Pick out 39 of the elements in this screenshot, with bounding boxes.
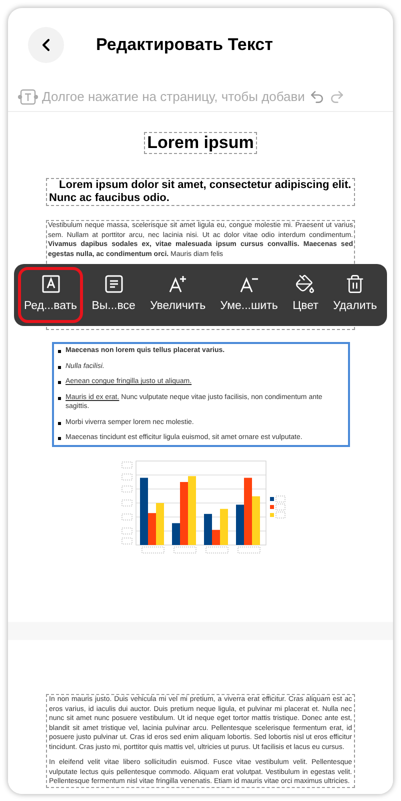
- toolbar-button[interactable]: Удалить: [327, 267, 383, 323]
- axis-label-frame: [121, 527, 132, 534]
- document-subtitle: Lorem ipsum dolor sit amet, consectetur adipiscing elit. Nunc ac faucibus odio.: [46, 178, 355, 206]
- bullet-icon: [58, 381, 60, 384]
- legend-swatch: [270, 504, 274, 508]
- toolbar-button[interactable]: Уме...шить: [214, 267, 284, 323]
- toolbar-button[interactable]: Вы...все: [86, 267, 142, 323]
- axis-label-frame: [121, 537, 132, 544]
- toolbar-button[interactable]: Увеличить: [144, 267, 212, 323]
- axis-label-frame: [173, 546, 196, 553]
- paint-bucket-icon: [295, 274, 316, 294]
- legend-swatch: [270, 512, 274, 516]
- trash-icon: [345, 274, 366, 294]
- axis-label-frame: [121, 461, 132, 468]
- axis-label-frame: [121, 485, 132, 492]
- bullet-icon: [58, 437, 60, 440]
- toolbar-button[interactable]: Ред...вать: [18, 267, 83, 323]
- bullet-icon: [58, 366, 60, 368]
- text-box-icon: [18, 86, 38, 106]
- font-increase-icon: [168, 274, 188, 294]
- axis-label-frame: [237, 546, 260, 553]
- legend-swatch: [270, 496, 274, 500]
- back-button[interactable]: [28, 27, 64, 63]
- screen-title: Редактировать Текст: [96, 34, 273, 56]
- bullet-icon: [58, 422, 60, 424]
- undo-icon[interactable]: [308, 88, 325, 104]
- axis-label-frame: [141, 546, 164, 553]
- bullet-list[interactable]: [52, 342, 350, 446]
- text-frame-icon: [40, 274, 60, 294]
- hint-text: Долгое нажатие на страницу, чтобы добави: [42, 88, 305, 106]
- document-title: Lorem ipsum: [144, 132, 257, 154]
- axis-label-frame: [121, 499, 132, 506]
- document-lines-icon: [104, 274, 124, 294]
- bullet-icon: [58, 350, 60, 353]
- toolbar-button[interactable]: Цвет: [286, 267, 324, 323]
- axis-label-frame: [121, 513, 132, 520]
- bullet-icon: [58, 396, 60, 400]
- axis-label-frame: [205, 546, 228, 553]
- axis-label-frame: [121, 473, 132, 480]
